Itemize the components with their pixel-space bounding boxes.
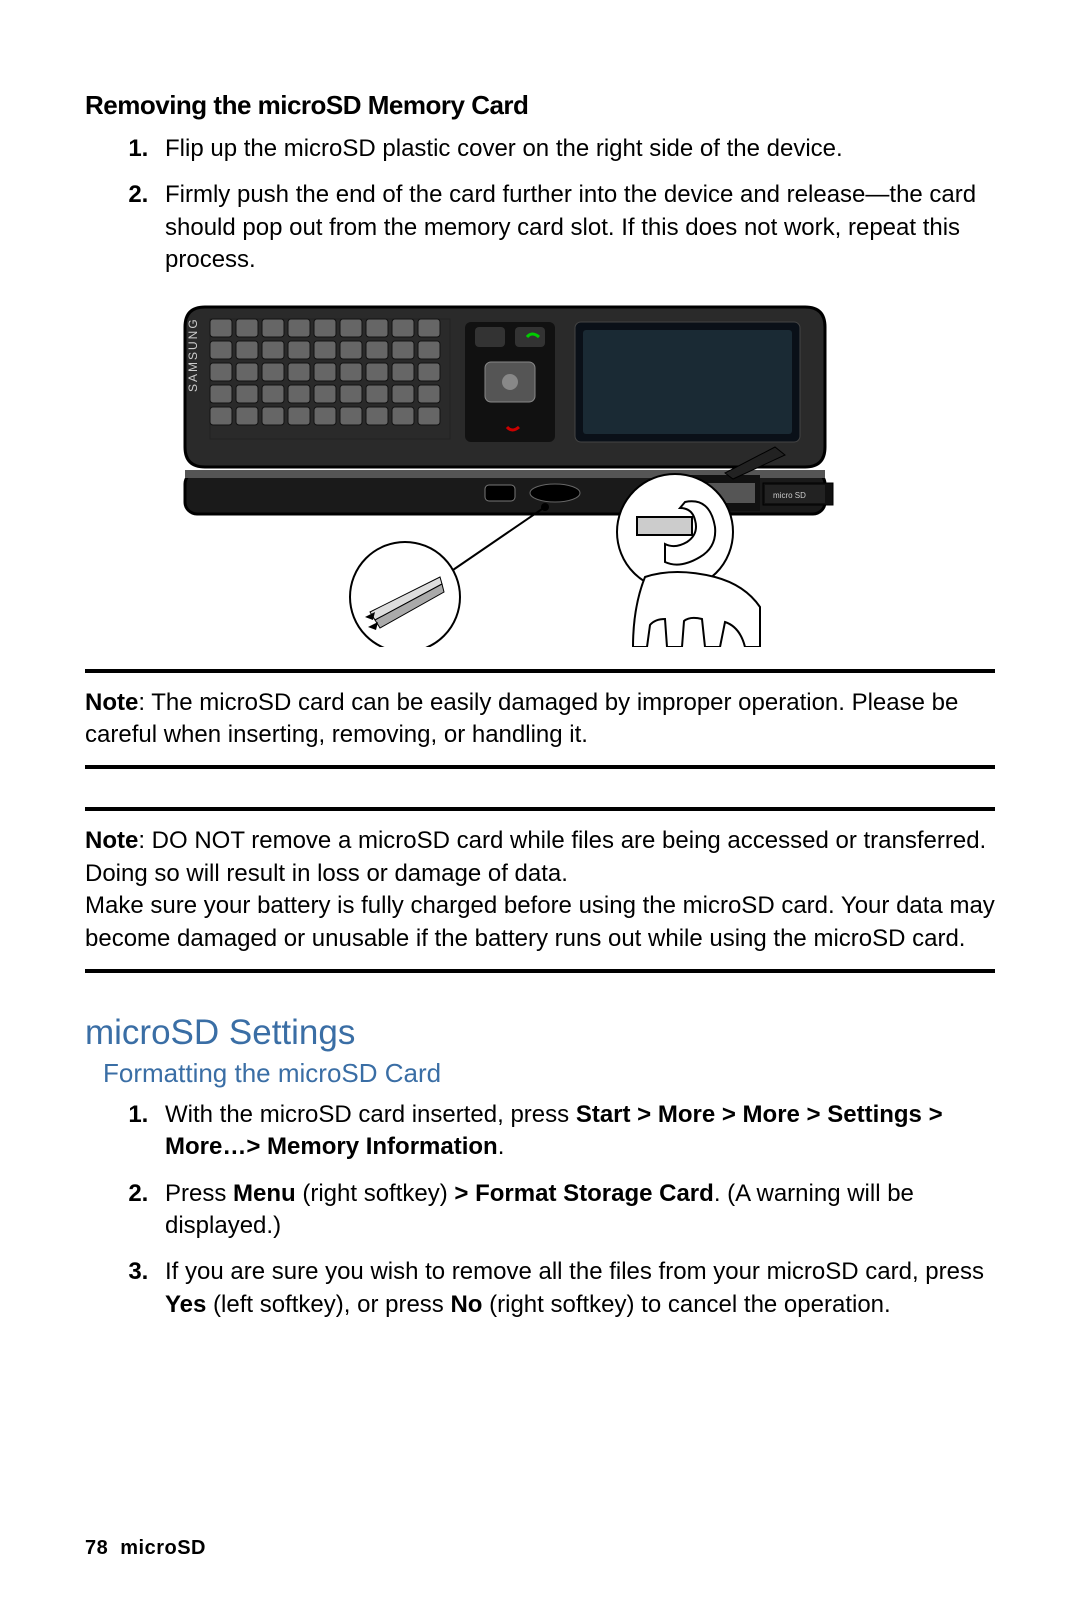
- note-text: : The microSD card can be easily damaged…: [85, 689, 958, 748]
- formatting-steps-list: With the microSD card inserted, press St…: [85, 1099, 995, 1321]
- page-footer: 78 microSD: [85, 1537, 206, 1560]
- softkey-yes: Yes: [165, 1291, 206, 1318]
- note-label: Note: [85, 689, 138, 716]
- step-item: Press Menu (right softkey) > Format Stor…: [155, 1178, 995, 1243]
- divider: [85, 669, 995, 673]
- step-text: (right softkey): [296, 1180, 455, 1207]
- note-damage: Note: The microSD card can be easily dam…: [85, 687, 995, 752]
- spacer: [85, 773, 995, 803]
- svg-text:SAMSUNG: SAMSUNG: [186, 317, 200, 392]
- note-label: Note: [85, 827, 138, 854]
- footer-section-name: microSD: [120, 1537, 206, 1559]
- step-text: (right softkey) to cancel the operation.: [482, 1291, 890, 1318]
- step-text: Press: [165, 1180, 233, 1207]
- phone-sd-diagram-icon: SAMSUNG micro SD: [85, 297, 995, 647]
- svg-text:micro SD: micro SD: [773, 491, 806, 500]
- step-text: .: [498, 1133, 505, 1160]
- note-donotremove: Note: DO NOT remove a microSD card while…: [85, 825, 995, 955]
- subsection-heading-removing: Removing the microSD Memory Card: [85, 90, 995, 121]
- section-heading-settings: microSD Settings: [85, 1013, 995, 1053]
- softkey-menu: Menu: [233, 1180, 296, 1207]
- step-text: Firmly push the end of the card further …: [165, 181, 976, 273]
- divider: [85, 969, 995, 973]
- page-number: 78: [85, 1537, 108, 1559]
- manual-page: Removing the microSD Memory Card Flip up…: [0, 0, 1080, 1620]
- note-text: Make sure your battery is fully charged …: [85, 892, 995, 951]
- removing-steps-list: Flip up the microSD plastic cover on the…: [85, 133, 995, 277]
- step-text: Flip up the microSD plastic cover on the…: [165, 135, 843, 162]
- note-text: : DO NOT remove a microSD card while fil…: [85, 827, 986, 886]
- divider: [85, 765, 995, 769]
- step-text: With the microSD card inserted, press: [165, 1101, 576, 1128]
- step-item: Flip up the microSD plastic cover on the…: [155, 133, 995, 165]
- step-item: With the microSD card inserted, press St…: [155, 1099, 995, 1164]
- step-item: If you are sure you wish to remove all t…: [155, 1256, 995, 1321]
- menu-path: > Format Storage Card: [454, 1180, 713, 1207]
- device-illustration: SAMSUNG micro SD: [85, 297, 995, 647]
- softkey-no: No: [450, 1291, 482, 1318]
- step-text: (left softkey), or press: [206, 1291, 450, 1318]
- subsection-heading-formatting: Formatting the microSD Card: [103, 1058, 995, 1089]
- step-text: If you are sure you wish to remove all t…: [165, 1258, 984, 1285]
- step-item: Firmly push the end of the card further …: [155, 179, 995, 276]
- divider: [85, 807, 995, 811]
